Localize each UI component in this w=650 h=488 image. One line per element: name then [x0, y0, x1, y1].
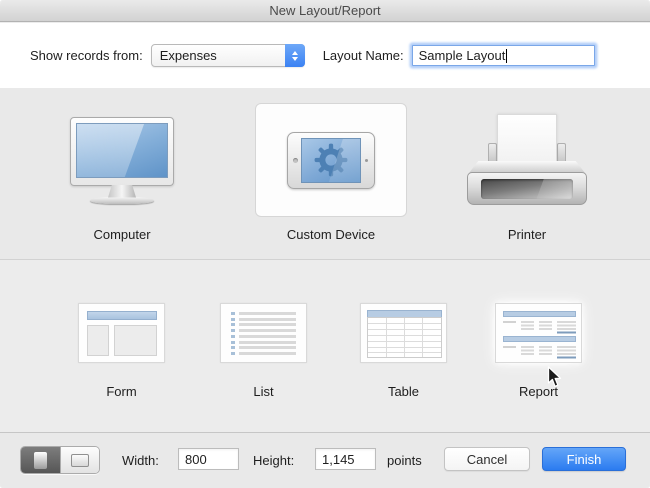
- computer-icon: [70, 116, 174, 204]
- selected-device-card: [255, 103, 407, 217]
- orientation-toggle: [20, 446, 100, 474]
- report-icon: [495, 303, 582, 363]
- layout-name-value: Sample Layout: [418, 48, 506, 63]
- top-form-strip: Show records from: Expenses Layout Name:…: [0, 23, 650, 88]
- type-option-form[interactable]: Form: [78, 303, 165, 399]
- device-option-custom-device[interactable]: Custom Device: [255, 103, 407, 242]
- title-bar: New Layout/Report: [0, 0, 650, 22]
- chevron-up-icon: [291, 50, 298, 55]
- type-label-form: Form: [106, 384, 137, 399]
- popup-stepper-icon: [284, 44, 305, 67]
- text-caret: [506, 48, 508, 63]
- layout-name-label: Layout Name:: [322, 48, 404, 63]
- layout-type-section: Form List Table Report: [0, 260, 650, 433]
- type-option-report[interactable]: Report: [495, 303, 582, 399]
- layout-name-field[interactable]: Sample Layout: [411, 45, 595, 66]
- new-layout-report-dialog: New Layout/Report Show records from: Exp…: [0, 0, 650, 488]
- width-label: Width:: [122, 453, 159, 468]
- type-label-table: Table: [387, 384, 420, 399]
- portrait-segment[interactable]: [21, 447, 60, 473]
- landscape-page-icon: [71, 453, 89, 467]
- chevron-down-icon: [291, 56, 298, 61]
- records-source-popup[interactable]: Expenses: [150, 44, 305, 67]
- portrait-page-icon: [34, 451, 47, 469]
- height-label: Height:: [253, 453, 295, 468]
- paper-sheet: [497, 114, 557, 162]
- landscape-segment[interactable]: [60, 447, 99, 473]
- device-label-printer: Printer: [507, 227, 547, 242]
- form-icon: [78, 303, 165, 363]
- device-option-computer[interactable]: Computer: [40, 103, 204, 242]
- device-label-computer: Computer: [93, 227, 151, 242]
- list-icon: [220, 303, 307, 363]
- tablet-camera-dot: [293, 157, 298, 163]
- device-section: Computer Custom Device Printer: [0, 88, 650, 260]
- type-label-list: List: [253, 384, 274, 399]
- device-label-custom-device: Custom Device: [286, 227, 376, 242]
- printer-icon: [467, 114, 587, 206]
- cancel-button[interactable]: Cancel: [444, 447, 530, 471]
- height-input[interactable]: [315, 448, 376, 470]
- footer-bar: Width: Height: points Cancel Finish: [0, 433, 650, 488]
- finish-button[interactable]: Finish: [542, 447, 626, 471]
- type-option-list[interactable]: List: [220, 303, 307, 399]
- mouse-cursor: [547, 366, 562, 387]
- gear-icon: [314, 143, 348, 177]
- type-option-table[interactable]: Table: [360, 303, 447, 399]
- tablet-button-dot: [365, 158, 368, 162]
- table-icon: [360, 303, 447, 363]
- records-source-value: Expenses: [159, 48, 217, 63]
- points-label: points: [387, 453, 422, 468]
- width-input[interactable]: [178, 448, 239, 470]
- show-records-label: Show records from:: [30, 48, 143, 63]
- window-title: New Layout/Report: [269, 3, 381, 18]
- device-option-printer[interactable]: Printer: [447, 103, 607, 242]
- tablet-icon: [287, 131, 375, 189]
